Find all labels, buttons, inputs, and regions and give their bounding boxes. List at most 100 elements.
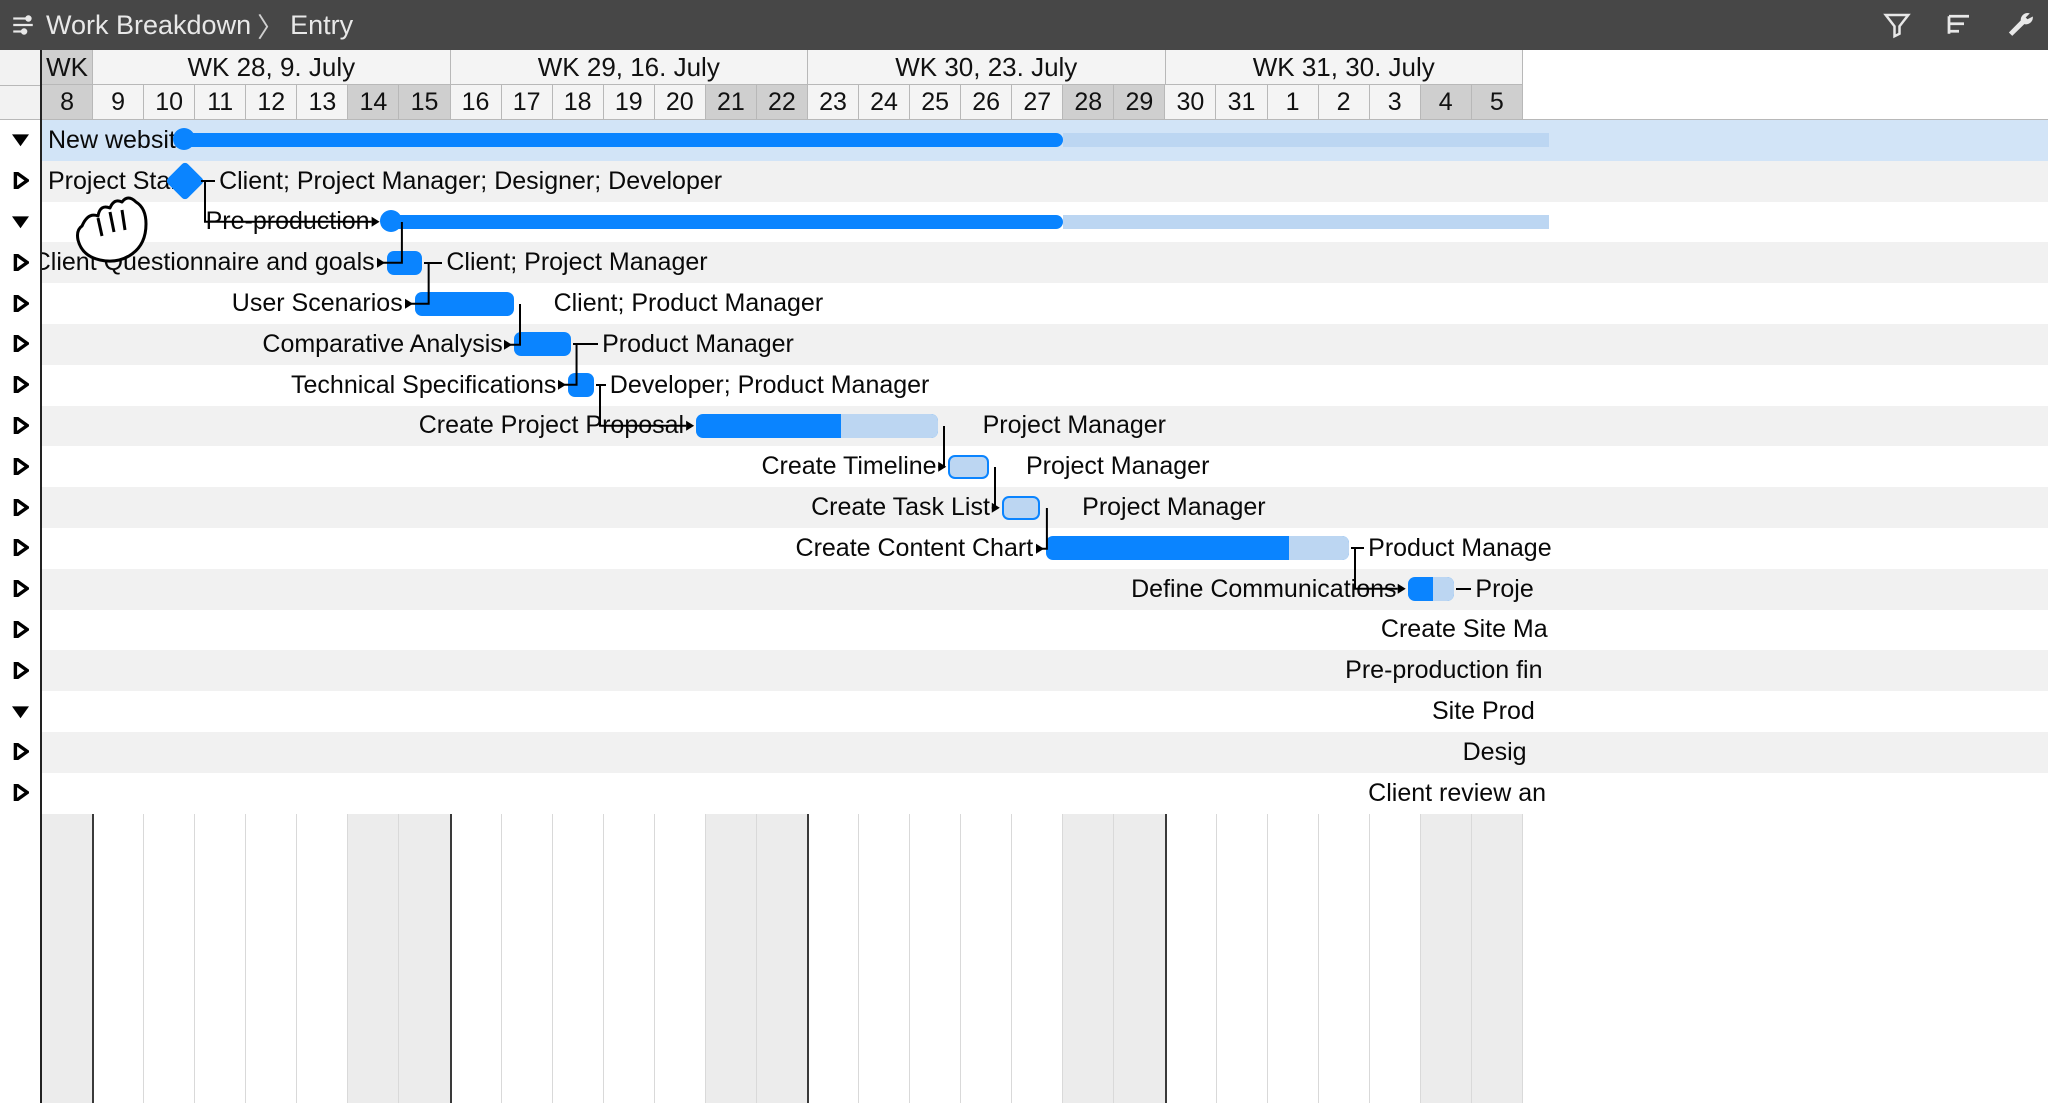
outline-toggle[interactable] — [0, 202, 40, 243]
task-bar-remaining[interactable] — [1289, 536, 1350, 560]
week-header-cell: WK 30, 23. July — [808, 50, 1165, 85]
day-header-cell: 13 — [297, 85, 348, 120]
gantt-row[interactable] — [42, 773, 2048, 814]
day-header-cell: 11 — [195, 85, 246, 120]
outline-toggle[interactable] — [0, 528, 40, 569]
outline-toggle[interactable] — [0, 773, 40, 814]
gantt-time-header: WKWK 28, 9. JulyWK 29, 16. JulyWK 30, 23… — [42, 50, 2048, 120]
day-header-cell: 2 — [1319, 85, 1370, 120]
day-header-cell: 25 — [910, 85, 961, 120]
task-bar[interactable] — [1002, 496, 1040, 520]
outline-toggle[interactable] — [0, 161, 40, 202]
week-header-cell: WK 29, 16. July — [451, 50, 808, 85]
task-resources: Project Manager — [1082, 487, 1265, 528]
gantt-body[interactable]: New websiteProject Start Client; Project … — [42, 120, 2048, 1103]
outline-toggle[interactable] — [0, 120, 40, 161]
day-header-cell: 5 — [1472, 85, 1523, 120]
day-header-cell: 9 — [93, 85, 144, 120]
gantt-row[interactable] — [42, 650, 2048, 691]
day-header-cell: 17 — [502, 85, 553, 120]
day-header-cell: 4 — [1421, 85, 1472, 120]
task-label: Technical Specifications — [291, 365, 556, 406]
week-header-cell: WK 28, 9. July — [93, 50, 450, 85]
task-label: Define Communications — [1131, 569, 1396, 610]
gantt-row[interactable] — [42, 487, 2048, 528]
summary-bar[interactable] — [175, 133, 1064, 147]
task-label: Create Project Proposal — [419, 406, 684, 447]
day-header-cell: 30 — [1165, 85, 1216, 120]
outline-toggle[interactable] — [0, 732, 40, 773]
gantt-view: WKWK 28, 9. JulyWK 29, 16. JulyWK 30, 23… — [0, 50, 2048, 1103]
day-header-cell: 28 — [1063, 85, 1114, 120]
task-bar[interactable] — [387, 251, 423, 275]
gantt-row[interactable] — [42, 691, 2048, 732]
week-header-cell: WK — [42, 50, 93, 85]
task-resources: Proje — [1475, 569, 1533, 610]
summary-bar-remaining[interactable] — [1063, 133, 1548, 147]
day-header-cell: 26 — [961, 85, 1012, 120]
task-label: New website — [48, 120, 190, 161]
day-header-cell: 15 — [399, 85, 450, 120]
task-resources: Product Manager — [602, 324, 794, 365]
outline-toggle[interactable] — [0, 446, 40, 487]
task-bar[interactable] — [415, 292, 515, 316]
toolbar: Work Breakdown 〉 Entry — [0, 0, 2048, 50]
task-resources: Pre-production fin — [1345, 650, 1542, 691]
task-label: Create Timeline — [761, 446, 936, 487]
task-resources: Product Manage — [1368, 528, 1551, 569]
gantt-row[interactable] — [42, 610, 2048, 651]
outline-icon — [1944, 10, 1974, 40]
task-resources: Project Manager — [1026, 446, 1209, 487]
day-header-cell: 19 — [604, 85, 655, 120]
gantt-panel[interactable]: WKWK 28, 9. JulyWK 29, 16. JulyWK 30, 23… — [42, 50, 2048, 1103]
day-header-cell: 16 — [451, 85, 502, 120]
day-header-cell: 10 — [144, 85, 195, 120]
outline-toggle[interactable] — [0, 324, 40, 365]
outline-toggle[interactable] — [0, 610, 40, 651]
task-label: Comparative Analysis — [262, 324, 502, 365]
task-bar[interactable] — [568, 373, 594, 397]
task-resources: Client; Product Manager — [554, 283, 824, 324]
week-header-cell: WK 31, 30. July — [1166, 50, 1523, 85]
task-label: Pre-production — [206, 202, 370, 243]
day-header-cell: 29 — [1114, 85, 1165, 120]
day-header-cell: 8 — [42, 85, 93, 120]
outline-toggle[interactable] — [0, 365, 40, 406]
day-header-cell: 12 — [246, 85, 297, 120]
task-label: Create Content Chart — [796, 528, 1034, 569]
day-header-cell: 1 — [1268, 85, 1319, 120]
summary-bar[interactable] — [382, 215, 1064, 229]
task-resources: Client; Project Manager; Designer; Devel… — [219, 161, 722, 202]
task-bar-remaining[interactable] — [1433, 577, 1454, 601]
breadcrumb-root[interactable]: Work Breakdown — [46, 10, 251, 41]
outline-view-button[interactable] — [1942, 8, 1976, 42]
task-resources: Site Prod — [1432, 691, 1535, 732]
day-header-cell: 3 — [1370, 85, 1421, 120]
task-resources: Client; Project Manager — [446, 242, 707, 283]
outline-gutter — [0, 50, 42, 1103]
task-bar[interactable] — [514, 332, 570, 356]
day-header-cell: 14 — [348, 85, 399, 120]
day-header-cell: 22 — [757, 85, 808, 120]
summary-bar-remaining[interactable] — [1063, 215, 1548, 229]
day-header-cell: 23 — [808, 85, 859, 120]
outline-toggle[interactable] — [0, 406, 40, 447]
breadcrumb-leaf[interactable]: Entry — [290, 10, 353, 41]
outline-toggle[interactable] — [0, 487, 40, 528]
filter-button[interactable] — [1880, 8, 1914, 42]
gantt-row[interactable] — [42, 732, 2048, 773]
funnel-icon — [1882, 10, 1912, 40]
outline-toggle[interactable] — [0, 569, 40, 610]
task-label: Project Start — [48, 161, 186, 202]
gantt-row[interactable] — [42, 569, 2048, 610]
outline-toggle[interactable] — [0, 283, 40, 324]
task-bar[interactable] — [948, 455, 989, 479]
outline-toggle[interactable] — [0, 691, 40, 732]
settings-button[interactable] — [2004, 8, 2038, 42]
task-bar-remaining[interactable] — [841, 414, 938, 438]
outline-toggle[interactable] — [0, 650, 40, 691]
day-header-cell: 27 — [1012, 85, 1063, 120]
outline-toggle[interactable] — [0, 242, 40, 283]
day-header-cell: 20 — [655, 85, 706, 120]
task-resources: Developer; Product Manager — [610, 365, 930, 406]
